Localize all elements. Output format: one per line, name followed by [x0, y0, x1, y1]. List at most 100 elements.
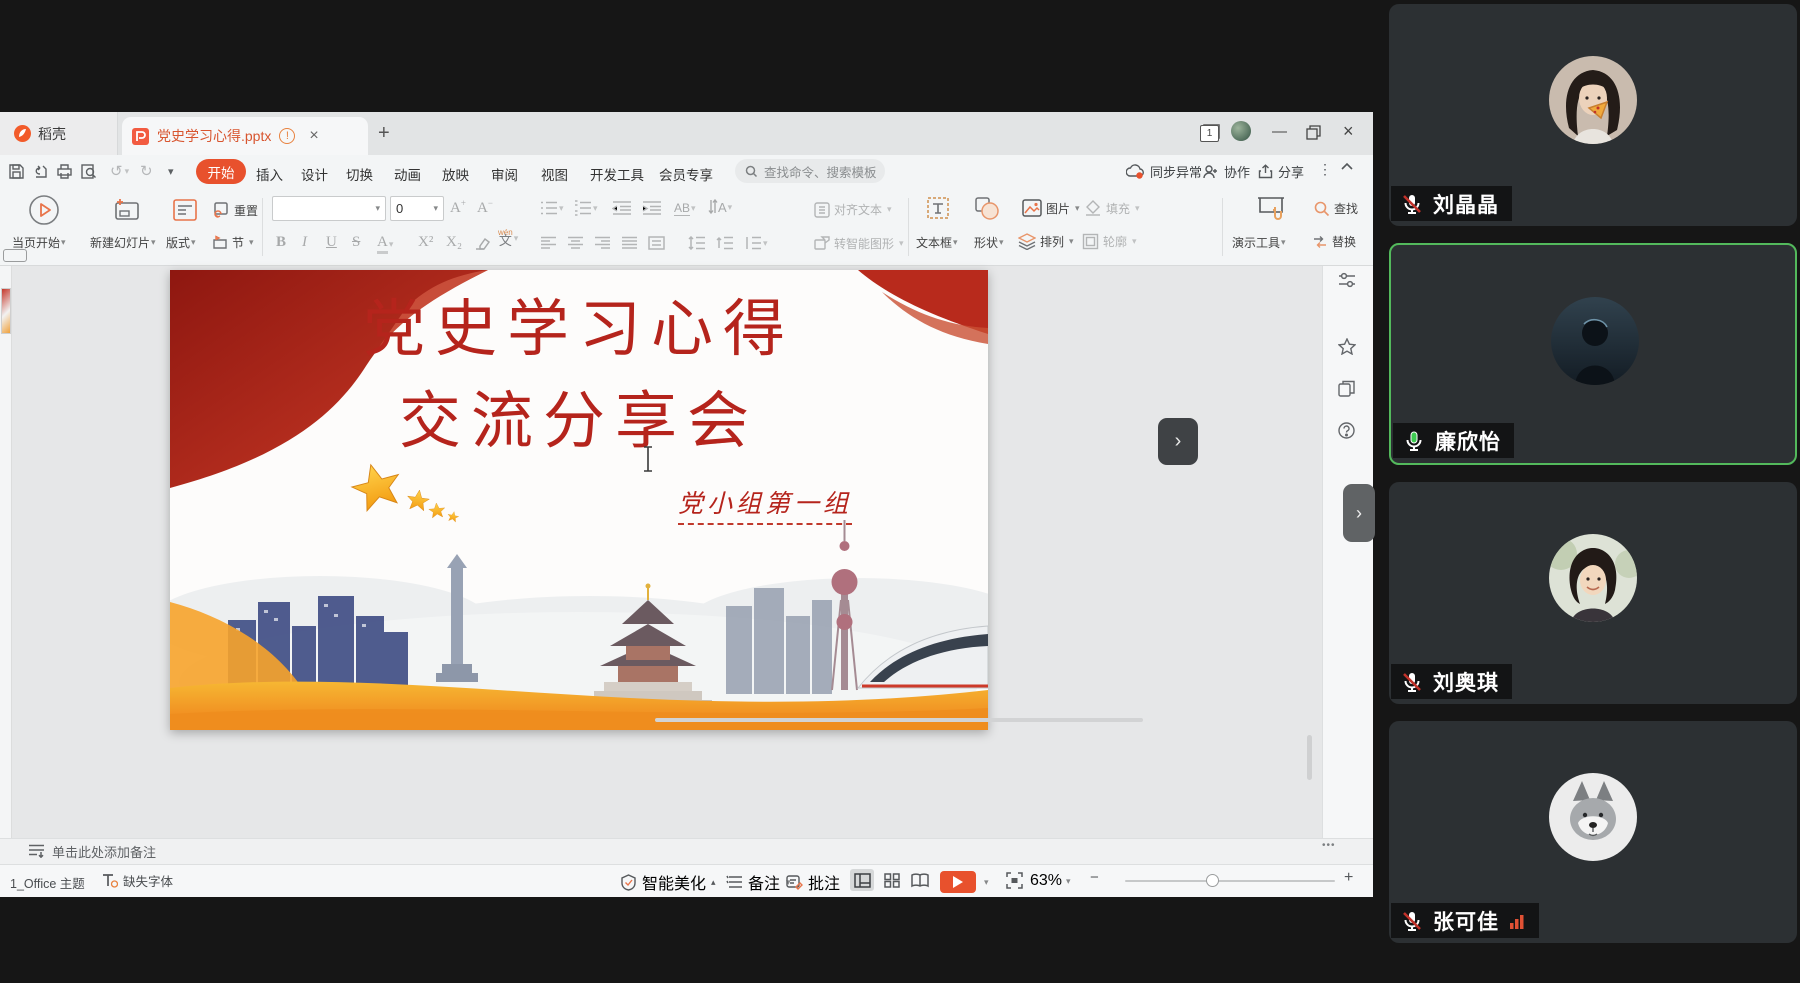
- notes-placeholder[interactable]: 单击此处添加备注: [52, 842, 156, 861]
- clear-format-icon[interactable]: [474, 236, 491, 252]
- menu-tab-design[interactable]: 设计: [301, 164, 328, 184]
- minimize-button[interactable]: —: [1272, 123, 1287, 140]
- subscript-button[interactable]: X₂: [446, 234, 462, 251]
- bullet-list-icon[interactable]: ▾: [540, 200, 564, 216]
- line-options-icon[interactable]: ▾: [744, 236, 768, 250]
- new-slide-icon[interactable]: [112, 197, 140, 223]
- zoom-slider-thumb[interactable]: [1206, 874, 1219, 887]
- slideshow-play-button[interactable]: [940, 871, 976, 893]
- print-preview-icon[interactable]: [80, 163, 97, 180]
- zoom-level-button[interactable]: 63%▾: [1030, 872, 1071, 890]
- missing-font-button[interactable]: 缺失字体: [102, 871, 173, 890]
- smart-beautify-button[interactable]: 智能美化 ▴: [620, 870, 716, 894]
- menu-tab-insert[interactable]: 插入: [256, 164, 283, 184]
- menu-tab-view[interactable]: 视图: [541, 164, 568, 184]
- help-icon[interactable]: [1338, 422, 1355, 439]
- menu-tab-slideshow[interactable]: 放映: [442, 164, 469, 184]
- distribute-icon[interactable]: [648, 236, 665, 250]
- more-options-icon[interactable]: ⋮: [1318, 161, 1332, 178]
- line-spacing-icon[interactable]: [688, 236, 706, 250]
- share-button[interactable]: 分享: [1258, 162, 1304, 181]
- shapes-label[interactable]: 形状▾: [974, 234, 1004, 251]
- slide-title-line1[interactable]: 党史学习心得: [170, 298, 988, 360]
- find-button[interactable]: 查找: [1314, 200, 1358, 217]
- slide-title-line2[interactable]: 交流分享会: [170, 390, 988, 452]
- participant-tile[interactable]: 廉欣怡: [1389, 243, 1797, 465]
- meeting-panel-collapse-handle[interactable]: ›: [1343, 484, 1375, 542]
- sync-status-button[interactable]: 同步异常: [1126, 162, 1202, 181]
- slide-layout-icon[interactable]: [172, 198, 198, 222]
- slide-panel-toggle[interactable]: [3, 249, 27, 262]
- reading-view-button[interactable]: [908, 869, 932, 891]
- comments-button[interactable]: 批注: [786, 870, 840, 894]
- participant-tile[interactable]: 刘奥琪: [1389, 482, 1797, 704]
- play-options-caret[interactable]: ▾: [984, 877, 989, 888]
- collaborate-button[interactable]: 协作: [1203, 162, 1250, 181]
- replace-button[interactable]: 替换: [1312, 233, 1356, 250]
- arrange-button[interactable]: 排列▾: [1018, 233, 1074, 250]
- underline-button[interactable]: U: [326, 234, 337, 251]
- restore-button[interactable]: [1306, 125, 1321, 140]
- panel-expand-handle[interactable]: ›: [1158, 418, 1198, 465]
- save-icon[interactable]: [8, 163, 25, 180]
- tab-document[interactable]: 党史学习心得.pptx ! ×: [122, 117, 368, 155]
- vertical-scrollbar[interactable]: [1307, 735, 1312, 780]
- print-icon[interactable]: [56, 163, 73, 180]
- slide-layout-label[interactable]: 版式▾: [166, 234, 196, 251]
- star-favorite-icon[interactable]: [1338, 338, 1356, 355]
- increase-font-icon[interactable]: A+: [450, 198, 466, 217]
- justify-icon[interactable]: [621, 236, 638, 250]
- menu-tab-devtools[interactable]: 开发工具: [590, 164, 644, 184]
- paragraph-spacing-icon[interactable]: [716, 236, 734, 250]
- adjust-settings-icon[interactable]: [1338, 272, 1356, 288]
- presentation-tools-label[interactable]: 演示工具▾: [1232, 234, 1286, 251]
- zoom-out-button[interactable]: −: [1090, 869, 1099, 886]
- outline-button[interactable]: 轮廓▾: [1082, 233, 1137, 250]
- menu-tab-review[interactable]: 审阅: [491, 164, 518, 184]
- play-from-current-icon[interactable]: [28, 194, 60, 226]
- decrease-indent-icon[interactable]: [612, 200, 632, 216]
- slide-panel-collapsed[interactable]: [0, 266, 12, 838]
- slide-subtitle[interactable]: 党小组第一组: [660, 484, 870, 520]
- text-direction-button[interactable]: A▾: [708, 199, 732, 215]
- new-tab-button[interactable]: +: [378, 122, 390, 145]
- numbered-list-icon[interactable]: ▾: [574, 200, 598, 216]
- align-text-button[interactable]: 对齐文本▾: [814, 201, 892, 218]
- participant-tile[interactable]: 刘晶晶: [1389, 4, 1797, 226]
- zoom-in-button[interactable]: +: [1344, 869, 1353, 887]
- italic-button[interactable]: I: [302, 234, 307, 251]
- output-icon[interactable]: [32, 163, 49, 180]
- account-avatar[interactable]: [1231, 121, 1251, 141]
- align-center-icon[interactable]: [567, 236, 584, 250]
- menu-tab-home[interactable]: 开始: [196, 159, 246, 184]
- collapse-ribbon-icon[interactable]: [1340, 160, 1354, 174]
- duplicate-icon[interactable]: [1338, 380, 1355, 397]
- font-size-combo[interactable]: 0▾: [390, 196, 444, 221]
- char-spacing-button[interactable]: AB▾: [674, 201, 696, 216]
- normal-view-button[interactable]: [850, 869, 874, 891]
- notes-toggle-button[interactable]: 备注 ▾: [726, 870, 791, 894]
- menu-tab-animation[interactable]: 动画: [394, 164, 421, 184]
- horizontal-scrollbar[interactable]: [655, 718, 1143, 722]
- smart-graphic-button[interactable]: 转智能图形▾: [814, 235, 904, 252]
- close-window-button[interactable]: ×: [1343, 121, 1354, 142]
- pinyin-guide-button[interactable]: wén 文 ▾: [498, 230, 518, 247]
- decrease-font-icon[interactable]: A−: [477, 198, 493, 217]
- tab-close-icon[interactable]: ×: [309, 127, 318, 145]
- menu-tab-member[interactable]: 会员专享: [659, 164, 713, 184]
- new-slide-label[interactable]: 新建幻灯片▾: [90, 234, 156, 251]
- redo-icon[interactable]: ↻: [140, 162, 153, 180]
- font-color-button[interactable]: A▾: [377, 234, 393, 254]
- increase-indent-icon[interactable]: [642, 200, 662, 216]
- bold-button[interactable]: B: [276, 234, 286, 251]
- sync-warning-icon[interactable]: !: [279, 128, 295, 144]
- fit-slide-icon[interactable]: [1006, 872, 1023, 889]
- window-count-badge[interactable]: 1: [1200, 125, 1219, 142]
- zoom-slider-track[interactable]: [1125, 880, 1335, 882]
- theme-indicator[interactable]: 1_Office 主题: [10, 873, 85, 892]
- section-button[interactable]: 节▾: [212, 234, 254, 251]
- align-right-icon[interactable]: [594, 236, 611, 250]
- font-name-combo[interactable]: ▾: [272, 196, 386, 221]
- command-search-input[interactable]: 查找命令、搜索模板: [735, 159, 885, 183]
- slide-sorter-view-button[interactable]: [880, 869, 904, 891]
